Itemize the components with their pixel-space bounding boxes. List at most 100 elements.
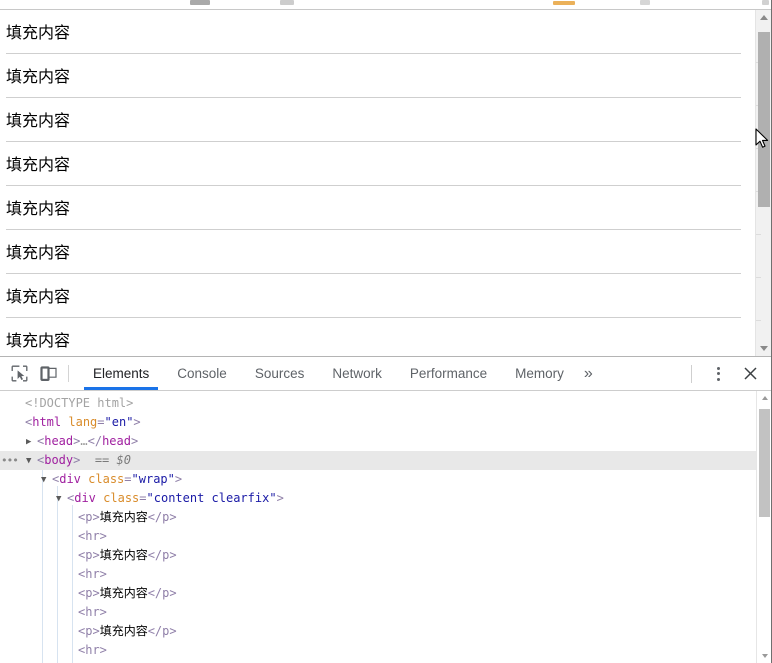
tag-name-div: div xyxy=(74,491,96,505)
dom-line-hr[interactable]: <hr> xyxy=(0,603,756,622)
filler-paragraph: 填充内容 xyxy=(6,243,71,262)
p-open-tag: <p> xyxy=(78,548,100,562)
inspect-element-icon[interactable] xyxy=(4,357,34,390)
angle-close: > xyxy=(174,472,183,486)
dom-line-p[interactable]: <p>填充内容</p> xyxy=(0,584,756,603)
tab-console[interactable]: Console xyxy=(163,357,241,390)
dom-twisty-expanded-icon[interactable]: ▼ xyxy=(56,490,67,509)
dom-line-p[interactable]: <p>填充内容</p> xyxy=(0,508,756,527)
attr-eq: = xyxy=(97,415,105,429)
filler-paragraph: 填充内容 xyxy=(6,287,71,306)
angle-close-end: > xyxy=(130,434,139,448)
toolbar-sliver-mark xyxy=(190,0,210,5)
toolbar-sliver-mark xyxy=(280,0,294,5)
tab-memory-label: Memory xyxy=(515,366,564,381)
dom-tree[interactable]: <!DOCTYPE html> <html lang="en"> ▶ <head>… xyxy=(0,391,756,663)
tab-performance[interactable]: Performance xyxy=(396,357,501,390)
close-icon[interactable] xyxy=(734,357,766,391)
tag-name-body: body xyxy=(44,453,74,467)
tab-elements[interactable]: Elements xyxy=(79,357,163,390)
kebab-dots xyxy=(716,366,720,381)
p-close-tag: </p> xyxy=(147,548,177,562)
p-open-tag: <p> xyxy=(78,586,100,600)
devtools-tabstrip: Elements Console Sources Network Perform… xyxy=(79,357,605,390)
device-toolbar-icon[interactable] xyxy=(34,357,64,390)
tag-name-head: head xyxy=(44,434,74,448)
selected-node-marker-text: == $0 xyxy=(94,453,131,467)
content-wrap: 填充内容 填充内容 填充内容 填充内容 填充内容 填充内容 填充内容 填充内容 xyxy=(0,18,755,356)
p-close-tag: </p> xyxy=(147,624,177,638)
dom-twisty-expanded-icon[interactable]: ▼ xyxy=(41,471,52,490)
filler-divider xyxy=(6,185,741,186)
dom-line-div-content[interactable]: ▼ <div class="content clearfix"> xyxy=(0,489,756,508)
filler-paragraph: 填充内容 xyxy=(6,331,71,350)
dom-children-list: <p>填充内容</p> <hr> <p>填充内容</p> <hr> <p>填充内容</p… xyxy=(0,508,756,660)
hr-tag: <hr> xyxy=(78,605,107,619)
devtools-window: 填充内容 填充内容 填充内容 填充内容 填充内容 填充内容 填充内容 填充内容 xyxy=(0,0,772,663)
filler-divider xyxy=(6,141,741,142)
dom-line-p[interactable]: <p>填充内容</p> xyxy=(0,546,756,565)
p-text-node: 填充内容 xyxy=(99,586,148,600)
attr-value-wrap: "wrap" xyxy=(131,472,175,486)
scroll-down-arrow-icon[interactable] xyxy=(756,341,772,356)
p-text-node: 填充内容 xyxy=(99,510,148,524)
dom-line-html[interactable]: <html lang="en"> xyxy=(0,413,756,432)
tab-console-label: Console xyxy=(177,366,227,381)
filler-paragraph: 填充内容 xyxy=(6,23,71,42)
attr-value-content-clearfix: "content clearfix" xyxy=(146,491,277,505)
dom-line-div-wrap[interactable]: ▼ <div class="wrap"> xyxy=(0,470,756,489)
tab-sources-label: Sources xyxy=(254,366,305,381)
toolbar-sliver-mark xyxy=(640,0,650,5)
toolbar-divider xyxy=(68,365,69,382)
scroll-up-arrow-icon[interactable] xyxy=(756,10,772,25)
dom-line-doctype[interactable]: <!DOCTYPE html> xyxy=(0,394,756,413)
tab-elements-label: Elements xyxy=(93,366,150,381)
angle-close: > xyxy=(276,491,284,505)
devtools-content: <!DOCTYPE html> <html lang="en"> ▶ <head>… xyxy=(0,391,772,663)
more-tabs-icon[interactable]: » xyxy=(578,357,605,390)
hr-tag: <hr> xyxy=(78,643,107,657)
kebab-menu-icon[interactable] xyxy=(702,357,734,391)
devtools-vertical-scrollbar[interactable] xyxy=(756,391,772,663)
devtools-scrollbar-thumb[interactable] xyxy=(759,409,770,517)
collapsed-ellipsis: … xyxy=(80,434,88,448)
dom-line-body-selected[interactable]: ▼<body> == $0 xyxy=(0,451,756,470)
dom-line-p[interactable]: <p>填充内容</p> xyxy=(0,622,756,641)
p-text-node: 填充内容 xyxy=(99,624,148,638)
scrollbar-tick xyxy=(756,234,761,235)
dom-line-hr[interactable]: <hr> xyxy=(0,527,756,546)
p-open-tag: <p> xyxy=(78,510,100,524)
filler-divider xyxy=(6,229,741,230)
scroll-down-arrow-icon[interactable] xyxy=(757,649,772,663)
filler-paragraph: 填充内容 xyxy=(6,155,71,174)
dom-twisty-expanded-icon[interactable]: ▼ xyxy=(26,452,37,471)
attr-name-class: class xyxy=(103,491,140,505)
dom-twisty-collapsed-icon[interactable]: ▶ xyxy=(26,433,37,452)
page-viewport: 填充内容 填充内容 填充内容 填充内容 填充内容 填充内容 填充内容 填充内容 xyxy=(0,10,772,356)
filler-divider xyxy=(6,317,741,318)
dom-line-head[interactable]: ▶ <head>…</head> xyxy=(0,432,756,451)
tab-performance-label: Performance xyxy=(409,366,488,381)
scroll-up-arrow-icon[interactable] xyxy=(757,391,772,405)
attr-value-lang: "en" xyxy=(104,415,134,429)
angle-close: > xyxy=(133,415,141,429)
toolbar-divider xyxy=(691,364,692,383)
dom-line-hr[interactable]: <hr> xyxy=(0,565,756,584)
tab-network[interactable]: Network xyxy=(318,357,396,390)
scrollbar-tick xyxy=(756,277,761,278)
tab-sources[interactable]: Sources xyxy=(241,357,319,390)
dom-line-hr[interactable]: <hr> xyxy=(0,641,756,660)
filler-divider xyxy=(6,53,741,54)
page-vertical-scrollbar[interactable] xyxy=(755,10,772,356)
tag-name-div: div xyxy=(59,472,81,486)
attr-name-class: class xyxy=(88,472,125,486)
p-open-tag: <p> xyxy=(78,624,100,638)
tab-memory[interactable]: Memory xyxy=(501,357,578,390)
attr-name-lang: lang xyxy=(68,415,98,429)
tab-network-label: Network xyxy=(332,366,382,381)
filler-divider xyxy=(6,97,741,98)
devtools-toolbar: Elements Console Sources Network Perform… xyxy=(0,357,772,391)
angle-close-open: </ xyxy=(87,434,103,448)
p-close-tag: </p> xyxy=(147,510,177,524)
page-scrollbar-thumb[interactable] xyxy=(758,32,770,207)
